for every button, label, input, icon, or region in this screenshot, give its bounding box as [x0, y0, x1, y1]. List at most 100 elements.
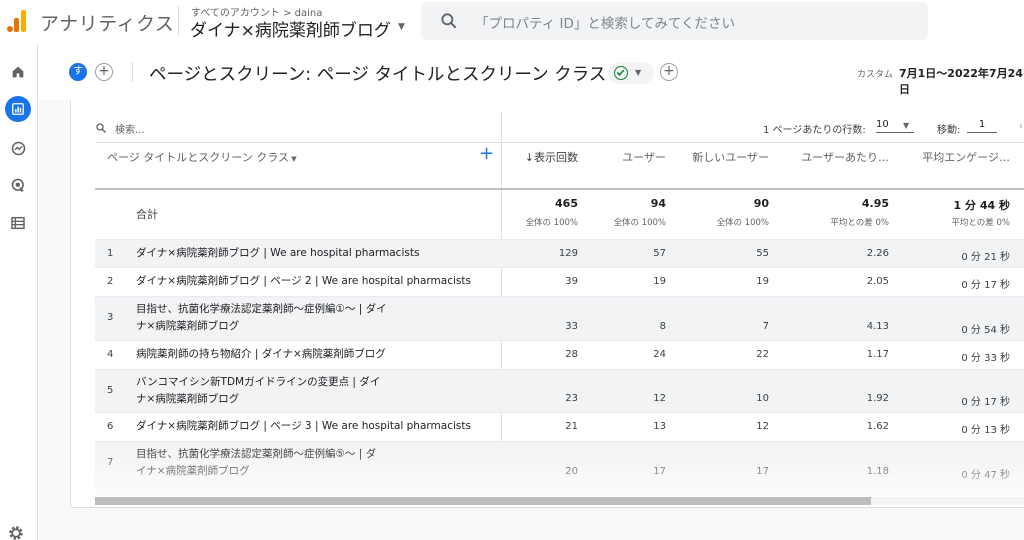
metric-header-views[interactable]: ↓表示回数 — [525, 149, 578, 165]
cell-users: 24 — [653, 349, 666, 360]
metric-header-views-per-user[interactable]: ユーザーあたり… — [801, 149, 889, 165]
cell-engagement: 0 分 17 秒 — [961, 280, 1010, 291]
row-title: バンコマイシン新TDMガイドラインの変更点 | ダイナ×病院薬剤師ブログ — [136, 376, 381, 405]
cell-engagement: 0 分 54 秒 — [961, 325, 1010, 336]
chevron-left-icon[interactable]: ‹ — [1019, 121, 1023, 132]
table-search-input[interactable]: 検索... — [115, 121, 145, 136]
goto-page-input[interactable]: 1 — [967, 119, 997, 133]
divider — [178, 6, 179, 36]
search-bar[interactable]: 「プロパティ ID」と検索してみてください — [421, 2, 928, 40]
row-index: 3 — [107, 312, 114, 323]
cell-users: 12 — [653, 393, 666, 404]
total-sub: 平均との差 0% — [951, 218, 1010, 228]
advertising-icon[interactable] — [5, 172, 31, 198]
add-dimension-icon[interactable]: + — [479, 145, 494, 163]
check-circle-icon — [614, 66, 628, 80]
cell-views: 129 — [558, 248, 578, 259]
cell-engagement: 0 分 13 秒 — [961, 425, 1010, 436]
totals-label: 合計 — [136, 208, 158, 221]
cell-users: 57 — [653, 248, 666, 259]
total-sub: 全体の 100% — [613, 218, 666, 228]
total-value: 1 分 44 秒 — [953, 199, 1010, 212]
row-index: 1 — [107, 248, 114, 259]
gear-icon[interactable] — [7, 524, 25, 540]
cell-views-per-user: 4.13 — [866, 321, 889, 332]
cell-views: 39 — [565, 276, 578, 287]
horizontal-scrollbar-thumb[interactable] — [95, 497, 871, 505]
reports-icon[interactable] — [5, 96, 31, 122]
cell-new-users: 7 — [762, 321, 769, 332]
total-value: 94 — [650, 197, 666, 210]
table-row[interactable]: 7 目指せ、抗菌化学療法認定薬剤師～症例編⑤～ | ダイナ×病院薬剤師ブログ 2… — [95, 441, 1024, 496]
left-nav-rail — [0, 44, 38, 540]
cell-views-per-user: 1.18 — [866, 466, 889, 477]
table-row[interactable]: 5 バンコマイシン新TDMガイドラインの変更点 | ダイナ×病院薬剤師ブログ 2… — [95, 369, 1024, 412]
table-row[interactable]: 4 病院薬剤師の持ち物紹介 | ダイナ×病院薬剤師ブログ 28 24 22 1.… — [95, 340, 1024, 369]
table-row[interactable]: 3 目指せ、抗菌化学療法認定薬剤師～症例編①～ | ダイナ×病院薬剤師ブログ 3… — [95, 296, 1024, 340]
top-bar: アナリティクス すべてのアカウント > daina ダイナ×病院薬剤師ブログ ▼… — [0, 0, 1024, 44]
row-index: 6 — [107, 421, 114, 432]
dimension-header-label: ページ タイトルとスクリーン クラス — [107, 151, 290, 164]
search-icon — [441, 13, 457, 29]
configure-icon[interactable] — [5, 210, 31, 236]
page-title: ページとスクリーン: ページ タイトルとスクリーン クラス — [149, 65, 607, 85]
cell-new-users: 55 — [756, 248, 769, 259]
total-value: 90 — [753, 197, 769, 210]
explore-icon[interactable] — [5, 135, 31, 161]
caret-down-icon: ▼ — [635, 68, 642, 77]
metric-header-users[interactable]: ユーザー — [622, 149, 666, 165]
search-placeholder: 「プロパティ ID」と検索してみてください — [475, 16, 736, 32]
total-sub: 全体の 100% — [525, 218, 578, 228]
row-title: 目指せ、抗菌化学療法認定薬剤師～症例編①～ | ダイナ×病院薬剤師ブログ — [136, 303, 387, 332]
cell-new-users: 10 — [756, 393, 769, 404]
row-title: 病院薬剤師の持ち物紹介 | ダイナ×病院薬剤師ブログ — [136, 348, 386, 360]
row-index: 5 — [107, 385, 114, 396]
date-range-picker[interactable]: 7月1日～2022年7月24日 — [899, 65, 1024, 97]
analytics-logo-icon[interactable] — [7, 8, 29, 32]
row-title: 目指せ、抗菌化学療法認定薬剤師～症例編⑤～ | ダイナ×病院薬剤師ブログ — [136, 448, 377, 477]
cell-users: 13 — [653, 421, 666, 432]
data-status-chip[interactable]: ▼ — [608, 62, 654, 84]
table-row[interactable]: 6 ダイナ×病院薬剤師ブログ | ページ 3 | We are hospital… — [95, 412, 1024, 441]
caret-down-icon[interactable]: ▼ — [398, 22, 405, 32]
cell-views: 23 — [565, 393, 578, 404]
divider — [132, 62, 133, 82]
add-icon[interactable]: + — [660, 63, 678, 81]
row-title: ダイナ×病院薬剤師ブログ | ページ 2 | We are hospital p… — [136, 275, 471, 287]
add-comparison-icon[interactable]: + — [95, 63, 113, 81]
date-range-type[interactable]: カスタム — [857, 67, 893, 80]
property-selector[interactable]: ダイナ×病院薬剤師ブログ — [190, 16, 391, 41]
total-sub: 全体の 100% — [716, 218, 769, 228]
divider — [95, 142, 1024, 143]
total-sub: 平均との差 0% — [830, 218, 889, 228]
cell-new-users: 12 — [756, 421, 769, 432]
row-index: 7 — [107, 457, 114, 468]
cell-views: 20 — [565, 466, 578, 477]
totals-row: 合計 465 94 90 4.95 1 分 44 秒 全体の 100% 全体の … — [95, 189, 1024, 239]
cell-engagement: 0 分 33 秒 — [961, 353, 1010, 364]
cell-new-users: 19 — [756, 276, 769, 287]
cell-views: 33 — [565, 321, 578, 332]
table-row[interactable]: 2 ダイナ×病院薬剤師ブログ | ページ 2 | We are hospital… — [95, 267, 1024, 296]
metric-header-engagement[interactable]: 平均エンゲージ… — [922, 149, 1010, 165]
report-title-bar: す + ページとスクリーン: ページ タイトルとスクリーン クラス ▼ + カス… — [38, 44, 1024, 100]
cell-views: 28 — [565, 349, 578, 360]
cell-users: 17 — [653, 466, 666, 477]
cell-views-per-user: 1.17 — [866, 349, 889, 360]
cell-engagement: 0 分 17 秒 — [961, 397, 1010, 408]
total-value: 465 — [555, 197, 578, 210]
home-icon[interactable] — [5, 59, 31, 85]
cell-engagement: 0 分 47 秒 — [961, 470, 1010, 481]
dimension-header[interactable]: ページ タイトルとスクリーン クラス ▼ — [107, 149, 297, 165]
caret-down-icon[interactable]: ▼ — [903, 121, 909, 130]
metric-header-new-users[interactable]: 新しいユーザー — [692, 149, 769, 165]
table-row[interactable]: 1 ダイナ×病院薬剤師ブログ | We are hospital pharmac… — [95, 239, 1024, 267]
cell-views: 21 — [565, 421, 578, 432]
row-title: ダイナ×病院薬剤師ブログ | ページ 3 | We are hospital p… — [136, 420, 471, 432]
cell-views-per-user: 2.26 — [866, 248, 889, 259]
goto-page-label: 移動: — [937, 125, 961, 136]
cell-new-users: 22 — [756, 349, 769, 360]
cell-engagement: 0 分 21 秒 — [961, 252, 1010, 263]
avatar[interactable]: す — [69, 63, 87, 81]
app-title: アナリティクス — [40, 13, 175, 35]
